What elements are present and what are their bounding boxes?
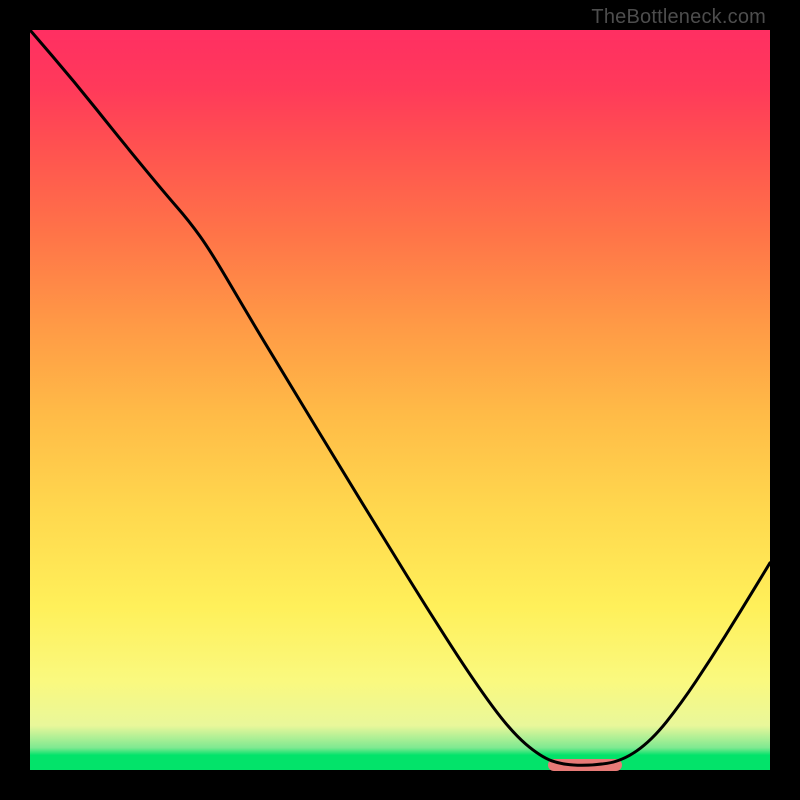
curve-path bbox=[30, 30, 770, 765]
chart-curve-svg bbox=[30, 30, 770, 770]
chart-frame bbox=[30, 30, 770, 770]
watermark-text: TheBottleneck.com bbox=[591, 6, 766, 29]
